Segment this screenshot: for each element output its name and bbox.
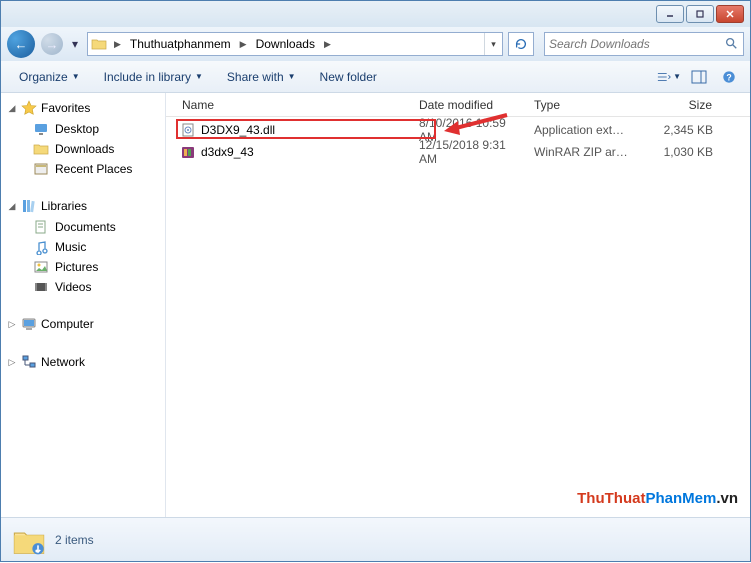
back-button[interactable]: ← — [7, 30, 35, 58]
watermark: ThuThuatPhanMem.vn — [577, 490, 738, 507]
pictures-icon — [33, 259, 49, 275]
view-options-button[interactable]: ▼ — [656, 66, 682, 88]
videos-icon — [33, 279, 49, 295]
collapse-icon: ◢ — [7, 103, 17, 114]
new-folder-button[interactable]: New folder — [310, 66, 387, 88]
crumb-sep[interactable]: ▶ — [236, 39, 251, 50]
close-button[interactable] — [716, 5, 744, 23]
column-headers[interactable]: Name Date modified Type Size — [166, 93, 750, 117]
sidebar-item-documents[interactable]: Documents — [1, 217, 165, 237]
minimize-button[interactable] — [656, 5, 684, 23]
search-box[interactable] — [544, 32, 744, 56]
breadcrumb-item[interactable]: Thuthuatphanmem — [125, 33, 236, 55]
column-name[interactable]: Name — [166, 98, 411, 112]
desktop-icon — [33, 121, 49, 137]
file-type: Application extens... — [526, 123, 636, 137]
computer-icon — [21, 316, 37, 332]
file-date: 12/15/2018 9:31 AM — [411, 138, 526, 166]
column-date[interactable]: Date modified — [411, 98, 526, 112]
organize-button[interactable]: Organize▼ — [9, 66, 90, 88]
favorites-label: Favorites — [41, 101, 90, 115]
folder-large-icon — [11, 524, 43, 556]
downloads-icon — [33, 141, 49, 157]
sidebar-item-desktop[interactable]: Desktop — [1, 119, 165, 139]
folder-icon — [88, 33, 110, 55]
libraries-icon — [21, 198, 37, 214]
file-name: D3DX9_43.dll — [201, 123, 275, 137]
collapse-icon: ◢ — [7, 201, 17, 212]
star-icon — [21, 100, 37, 116]
maximize-button[interactable] — [686, 5, 714, 23]
expand-icon: ▷ — [7, 319, 17, 330]
recent-places-icon — [33, 161, 49, 177]
status-count: 2 items — [55, 533, 94, 547]
expand-icon: ▷ — [7, 357, 17, 368]
sidebar-item-pictures[interactable]: Pictures — [1, 257, 165, 277]
status-bar: 2 items — [1, 517, 750, 561]
history-dropdown[interactable]: ▾ — [69, 37, 81, 51]
music-icon — [33, 239, 49, 255]
navigation-pane[interactable]: ◢ Favorites Desktop Downloads Recent Pla… — [1, 93, 166, 517]
search-input[interactable] — [549, 37, 724, 51]
address-bar[interactable]: ▶ Thuthuatphanmem ▶ Downloads ▶ ▾ — [87, 32, 503, 56]
network-label: Network — [41, 355, 85, 369]
favorites-header[interactable]: ◢ Favorites — [1, 97, 165, 119]
forward-button[interactable]: → — [41, 33, 63, 55]
column-size[interactable]: Size — [636, 98, 721, 112]
libraries-label: Libraries — [41, 199, 87, 213]
file-size: 2,345 KB — [636, 123, 721, 137]
computer-header[interactable]: ▷ Computer — [1, 313, 165, 335]
network-icon — [21, 354, 37, 370]
crumb-root-sep[interactable]: ▶ — [110, 39, 125, 50]
include-in-library-button[interactable]: Include in library▼ — [94, 66, 213, 88]
network-header[interactable]: ▷ Network — [1, 351, 165, 373]
preview-pane-button[interactable] — [686, 66, 712, 88]
svg-text:?: ? — [726, 72, 731, 82]
sidebar-item-recent-places[interactable]: Recent Places — [1, 159, 165, 179]
search-icon — [724, 36, 739, 53]
file-name: d3dx9_43 — [201, 145, 254, 159]
file-type: WinRAR ZIP archive — [526, 145, 636, 159]
breadcrumb-item[interactable]: Downloads — [251, 33, 320, 55]
address-dropdown[interactable]: ▾ — [484, 33, 502, 55]
crumb-sep[interactable]: ▶ — [320, 39, 335, 50]
column-type[interactable]: Type — [526, 98, 636, 112]
computer-label: Computer — [41, 317, 94, 331]
sidebar-item-videos[interactable]: Videos — [1, 277, 165, 297]
file-size: 1,030 KB — [636, 145, 721, 159]
file-type-icon — [180, 122, 196, 138]
libraries-header[interactable]: ◢ Libraries — [1, 195, 165, 217]
file-row[interactable]: d3dx9_43 12/15/2018 9:31 AMWinRAR ZIP arc… — [166, 141, 750, 163]
sidebar-item-downloads[interactable]: Downloads — [1, 139, 165, 159]
share-with-button[interactable]: Share with▼ — [217, 66, 306, 88]
sidebar-item-music[interactable]: Music — [1, 237, 165, 257]
file-type-icon — [180, 144, 196, 160]
refresh-button[interactable] — [508, 32, 534, 56]
file-list[interactable]: D3DX9_43.dll8/10/2016 10:59 AMApplicatio… — [166, 117, 750, 163]
documents-icon — [33, 219, 49, 235]
help-button[interactable]: ? — [716, 66, 742, 88]
